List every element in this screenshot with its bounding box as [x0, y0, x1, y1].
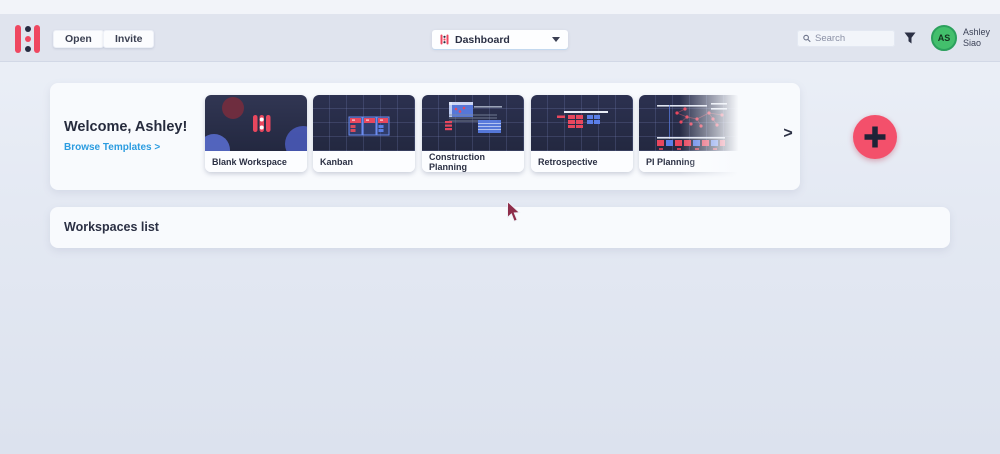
board-selector-dropdown[interactable]: Dashboard [432, 30, 568, 49]
welcome-title: Welcome, Ashley! [64, 119, 188, 135]
open-button[interactable]: Open [53, 30, 104, 48]
welcome-panel: Welcome, Ashley! Browse Templates > Blan… [50, 83, 800, 190]
filter-icon[interactable] [903, 31, 917, 45]
app-logo-icon[interactable] [15, 25, 42, 53]
search-box[interactable] [797, 30, 895, 47]
invite-button[interactable]: Invite [103, 30, 155, 48]
template-label: PI Planning [639, 151, 741, 172]
template-label: Retrospective [531, 151, 633, 172]
plus-icon [864, 126, 886, 148]
toolbar: Open Invite Dashboard AS [0, 14, 1000, 62]
search-input[interactable] [815, 33, 889, 44]
logo-dots [24, 25, 31, 53]
template-label: Construction Planning [422, 151, 524, 172]
template-card-pi-planning[interactable]: PI Planning [639, 95, 741, 172]
avatar[interactable]: AS [931, 25, 957, 51]
template-thumbnail-construction-planning [422, 95, 524, 151]
chevron-down-icon [552, 37, 560, 42]
avatar-initials: AS [937, 33, 951, 43]
template-card-kanban[interactable]: Kanban [313, 95, 415, 172]
carousel-next-button[interactable]: > [778, 125, 798, 147]
board-selector-value: Dashboard [455, 33, 510, 46]
create-workspace-button[interactable] [853, 115, 897, 159]
app-window: Open Invite Dashboard AS [0, 0, 1000, 454]
browse-templates-link[interactable]: Browse Templates > [64, 142, 160, 153]
template-label: Kanban [313, 151, 415, 172]
search-icon [803, 34, 811, 43]
template-thumbnail-retrospective [531, 95, 633, 151]
user-last-name: Siao [963, 38, 982, 48]
board-selector-logo-icon [440, 34, 449, 45]
user-name[interactable]: Ashley Siao [963, 27, 990, 49]
logo-bar [34, 25, 40, 53]
workspaces-list-panel: Workspaces list [50, 207, 950, 248]
template-card-blank-workspace[interactable]: Blank Workspace [205, 95, 307, 172]
logo-bar [15, 25, 21, 53]
browser-top-strip [0, 0, 1000, 14]
template-thumbnail-blank-workspace [205, 95, 307, 151]
template-card-construction-planning[interactable]: Construction Planning [422, 95, 524, 172]
template-card-retrospective[interactable]: Retrospective [531, 95, 633, 172]
workspaces-list-title: Workspaces list [64, 220, 159, 234]
template-label: Blank Workspace [205, 151, 307, 172]
template-thumbnail-pi-planning [639, 95, 741, 151]
template-thumbnail-kanban [313, 95, 415, 151]
user-first-name: Ashley [963, 27, 991, 37]
